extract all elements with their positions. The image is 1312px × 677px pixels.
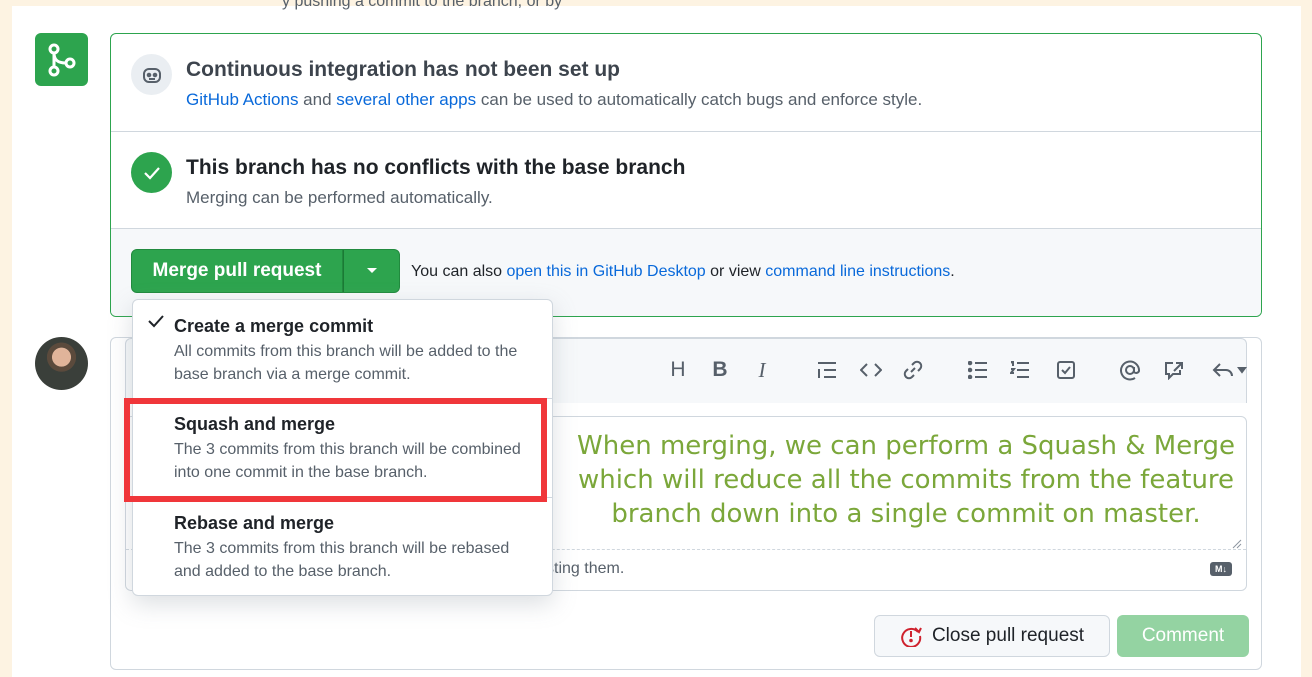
- git-merge-icon: [35, 33, 88, 86]
- ci-title: Continuous integration has not been set …: [186, 58, 620, 81]
- quote-icon[interactable]: [812, 355, 842, 385]
- cross-reference-icon[interactable]: [1159, 355, 1189, 385]
- annotation-text: When merging, we can perform a Squash & …: [577, 431, 1235, 529]
- command-line-link[interactable]: command line instructions: [765, 263, 950, 280]
- reply-dropdown-icon[interactable]: [1208, 355, 1252, 385]
- check-circle-icon: [131, 152, 172, 193]
- task-list-icon[interactable]: [1051, 355, 1081, 385]
- check-icon: [148, 315, 164, 328]
- markdown-icon: M↓: [1210, 562, 1232, 576]
- option-description: All commits from this branch will be add…: [174, 343, 518, 383]
- attach-hint: sting them.: [546, 560, 625, 577]
- github-desktop-link[interactable]: open this in GitHub Desktop: [506, 263, 705, 280]
- bold-button[interactable]: B: [705, 355, 735, 385]
- ci-status-row: Continuous integration has not been set …: [111, 34, 1261, 132]
- option-description: The 3 commits from this branch will be r…: [174, 540, 510, 580]
- alternate-merge-text: You can also open this in GitHub Desktop…: [411, 263, 955, 281]
- issue-closed-icon: [901, 627, 922, 647]
- bulleted-list-icon[interactable]: [963, 355, 993, 385]
- numbered-list-icon[interactable]: [1005, 355, 1035, 385]
- other-apps-link[interactable]: several other apps: [336, 90, 476, 109]
- option-title: Create a merge commit: [174, 316, 374, 336]
- mention-icon[interactable]: [1115, 355, 1145, 385]
- close-pull-request-label: Close pull request: [931, 625, 1085, 646]
- conflicts-row: This branch has no conflicts with the ba…: [111, 132, 1261, 229]
- italic-button[interactable]: I: [747, 355, 777, 385]
- option-create-merge-commit[interactable]: Create a merge commit All commits from t…: [133, 300, 552, 399]
- merge-pull-request-button[interactable]: Merge pull request: [131, 249, 343, 293]
- also-mid: or view: [705, 263, 766, 280]
- github-actions-link[interactable]: GitHub Actions: [186, 90, 298, 109]
- triangle-down-icon: [366, 268, 377, 273]
- code-icon[interactable]: [856, 355, 886, 385]
- merge-options-caret-button[interactable]: [343, 249, 400, 293]
- link-icon[interactable]: [898, 355, 928, 385]
- option-rebase-and-merge[interactable]: Rebase and merge The 3 commits from this…: [133, 498, 552, 594]
- robot-icon: [131, 54, 172, 95]
- ci-text-tail: can be used to automatically catch bugs …: [476, 90, 923, 109]
- highlight-box: [124, 398, 547, 502]
- heading-button[interactable]: H: [663, 355, 693, 385]
- option-title: Rebase and merge: [174, 513, 335, 533]
- comment-button[interactable]: Comment: [1117, 615, 1249, 657]
- avatar: [35, 337, 88, 390]
- ci-text: and: [298, 90, 337, 109]
- clipped-text: y pushing a commit to the branch, or by: [282, 0, 563, 10]
- also-end: .: [950, 263, 955, 280]
- close-pull-request-button[interactable]: Close pull request: [874, 615, 1110, 657]
- conflicts-subtitle: Merging can be performed automatically.: [186, 188, 493, 207]
- conflicts-title: This branch has no conflicts with the ba…: [186, 156, 686, 179]
- also-prefix: You can also: [411, 263, 507, 280]
- merge-box: Continuous integration has not been set …: [110, 33, 1262, 317]
- resize-handle-icon[interactable]: [1232, 536, 1242, 549]
- ci-subtitle: GitHub Actions and several other apps ca…: [186, 90, 922, 110]
